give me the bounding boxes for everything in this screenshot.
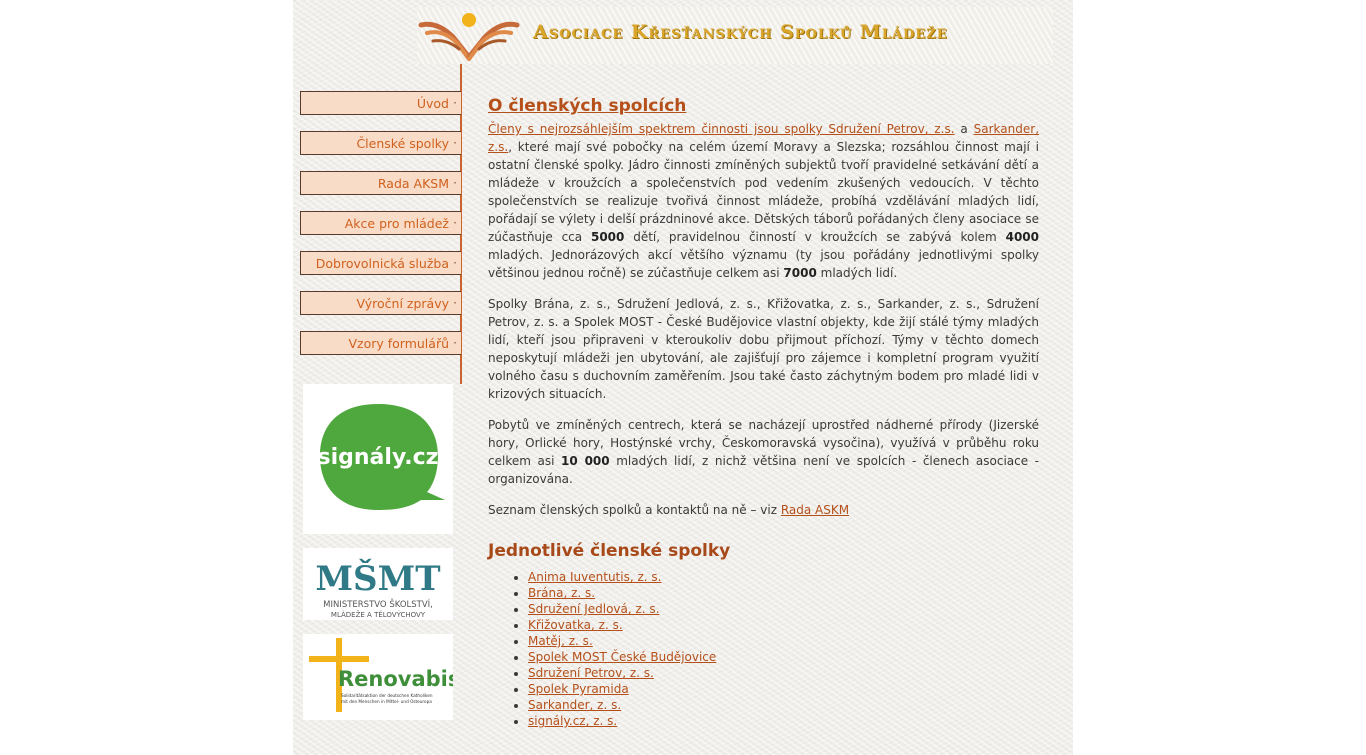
page-title: O členských spolcích [488, 96, 687, 116]
member-link[interactable]: Sdružení Petrov, z. s. [528, 666, 654, 680]
members-heading: Jednotlivé členské spolky [488, 541, 731, 561]
header-banner[interactable]: Asociace Křesťanských Spolků Mládeže [417, 7, 1053, 64]
member-link[interactable]: Spolek MOST České Budějovice [528, 650, 716, 664]
paragraph-intro: Členy s nejrozsáhlejším spektrem činnost… [488, 120, 1039, 282]
signaly-logo[interactable]: signály.cz [303, 384, 453, 534]
msmt-letters: MŠMT [315, 558, 440, 599]
list-item: Spolek MOST České Budějovice [528, 649, 1039, 665]
renovabis-sub2: mit den Menschen in Mittel- und Osteurop… [341, 699, 432, 704]
text: dětí, pravidelnou činností v kroužcích s… [624, 230, 1006, 244]
msmt-line2: MLÁDEŽE A TĚLOVÝCHOVY [331, 610, 426, 619]
nav-item-label: Rada AKSM [377, 176, 449, 191]
nav-item-label: Vzory formulářů [348, 336, 449, 351]
nav-item-vyrocni-zpravy[interactable]: Výroční zprávy · [300, 291, 461, 315]
msmt-logo[interactable]: MŠMT MINISTERSTVO ŠKOLSTVÍ, MLÁDEŽE A TĚ… [303, 548, 453, 620]
list-item: Sdružení Jedlová, z. s. [528, 601, 1039, 617]
text: mladých lidí. [816, 266, 898, 280]
nav-dot: · [453, 176, 457, 190]
member-link[interactable]: Sdružení Jedlová, z. s. [528, 602, 660, 616]
member-link[interactable]: signály.cz, z. s. [528, 714, 617, 728]
text: Seznam členských spolků a kontaktů na ně… [488, 503, 781, 517]
list-item: Sdružení Petrov, z. s. [528, 665, 1039, 681]
renovabis-logo[interactable]: Renovabis Solidaritätsaktion der deutsch… [303, 634, 453, 720]
list-item: Spolek Pyramida [528, 681, 1039, 697]
count-stays: 10 000 [560, 454, 610, 468]
text: a [954, 122, 974, 136]
member-link[interactable]: Brána, z. s. [528, 586, 595, 600]
count-events: 7000 [783, 266, 817, 280]
sidebar-nav: Úvod · Členské spolky · Rada AKSM · Akce pr… [300, 91, 461, 371]
page: Asociace Křesťanských Spolků Mládeže Úvo… [293, 0, 1073, 755]
nav-item-label: Akce pro mládež [344, 216, 449, 231]
text: , které mají své pobočky na celém území … [488, 140, 1039, 244]
nav-item-rada-aksm[interactable]: Rada AKSM · [300, 171, 461, 195]
signaly-logo-text: signály.cz [318, 445, 439, 470]
nav-dot: · [453, 96, 457, 110]
paragraph-stays: Pobytů ve zmíněných centrech, která se n… [488, 416, 1039, 488]
main-content: O členských spolcích Členy s nejrozsáhle… [488, 94, 1039, 729]
count-children: 5000 [590, 230, 625, 244]
link-petrov[interactable]: Členy s nejrozsáhlejším spektrem činnost… [488, 122, 955, 136]
list-item: Křižovatka, z. s. [528, 617, 1039, 633]
list-item: Matěj, z. s. [528, 633, 1039, 649]
nav-item-vzory-formularu[interactable]: Vzory formulářů · [300, 331, 461, 355]
renovabis-sub1: Solidaritätsaktion der deutschen Katholi… [341, 693, 433, 698]
renovabis-text: Renovabis [338, 667, 453, 691]
text: mladých. Jednorázových akcí většího význ… [488, 248, 1039, 280]
list-item: Sarkander, z. s. [528, 697, 1039, 713]
nav-item-clenske-spolky[interactable]: Členské spolky · [300, 131, 461, 155]
paragraph-contacts: Seznam členských spolků a kontaktů na ně… [488, 501, 1039, 519]
list-item: Brána, z. s. [528, 585, 1039, 601]
nav-item-label: Členské spolky [356, 136, 449, 151]
member-link[interactable]: Sarkander, z. s. [528, 698, 621, 712]
hands-logo-icon [418, 13, 520, 61]
paragraph-objects: Spolky Brána, z. s., Sdružení Jedlová, z… [488, 297, 1039, 401]
member-link[interactable]: Spolek Pyramida [528, 682, 629, 696]
nav-item-dobrovolnicka-sluzba[interactable]: Dobrovolnická služba · [300, 251, 461, 275]
members-list: Anima Iuventutis, z. s. Brána, z. s. Sdr… [488, 569, 1039, 729]
nav-dot: · [453, 216, 457, 230]
nav-item-akce-pro-mladez[interactable]: Akce pro mládež · [300, 211, 461, 235]
nav-dot: · [453, 336, 457, 350]
count-regular: 4000 [1005, 230, 1039, 244]
site-title: Asociace Křesťanských Spolků Mládeže [533, 21, 948, 43]
member-link[interactable]: Anima Iuventutis, z. s. [528, 570, 661, 584]
nav-item-label: Výroční zprávy [356, 296, 449, 311]
link-rada[interactable]: Rada ASKM [781, 503, 849, 517]
nav-dot: · [453, 256, 457, 270]
list-item: Anima Iuventutis, z. s. [528, 569, 1039, 585]
nav-dot: · [453, 136, 457, 150]
nav-item-uvod[interactable]: Úvod · [300, 91, 461, 115]
member-link[interactable]: Matěj, z. s. [528, 634, 593, 648]
member-link[interactable]: Křižovatka, z. s. [528, 618, 623, 632]
nav-item-label: Úvod [416, 96, 449, 111]
nav-dot: · [453, 296, 457, 310]
nav-item-label: Dobrovolnická služba [315, 256, 449, 271]
list-item: signály.cz, z. s. [528, 713, 1039, 729]
msmt-line1: MINISTERSTVO ŠKOLSTVÍ, [323, 598, 433, 610]
